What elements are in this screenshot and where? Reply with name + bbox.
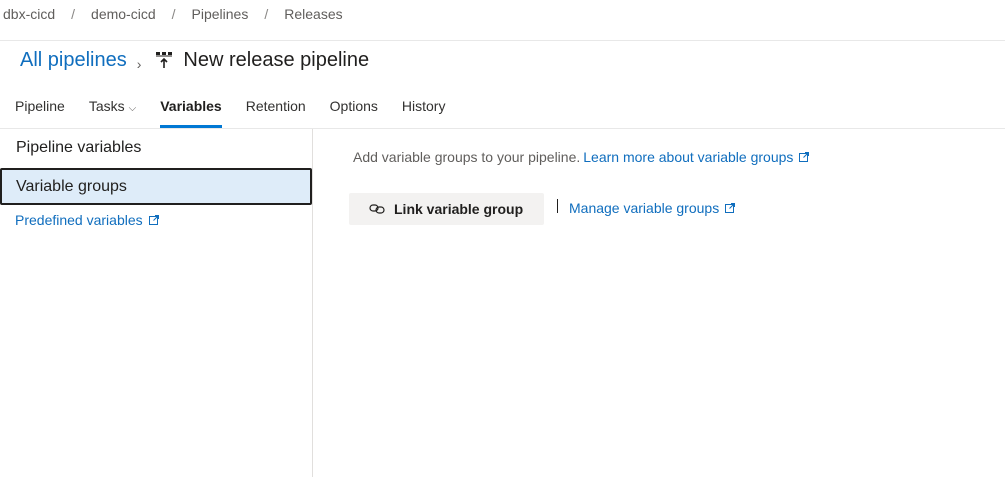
- predefined-variables-label: Predefined variables: [15, 212, 143, 228]
- predefined-variables-link[interactable]: Predefined variables: [15, 212, 159, 228]
- manage-variable-groups-label: Manage variable groups: [569, 200, 720, 216]
- link-variable-group-button[interactable]: Link variable group: [349, 193, 544, 225]
- tab-variables[interactable]: Variables: [160, 92, 222, 128]
- tab-label: History: [401, 98, 446, 114]
- description-text: Add variable groups to your pipeline.: [353, 149, 581, 165]
- tab-label: Variables: [160, 98, 222, 114]
- tab-label: Pipeline: [15, 98, 65, 114]
- external-link-icon: [148, 215, 159, 225]
- sidebar-item-label: Variable groups: [16, 177, 127, 195]
- variable-groups-description: Add variable groups to your pipeline. Le…: [353, 149, 810, 165]
- breadcrumb: dbx-cicd / demo-cicd / Pipelines / Relea…: [0, 0, 1005, 41]
- tab-retention[interactable]: Retention: [246, 92, 306, 128]
- breadcrumb-separator: /: [171, 6, 176, 22]
- learn-more-label: Learn more about variable groups: [583, 149, 794, 165]
- breadcrumb-separator: /: [264, 6, 269, 22]
- sidebar-item-pipeline-variables[interactable]: Pipeline variables: [0, 129, 312, 166]
- breadcrumb-item-org[interactable]: dbx-cicd: [3, 6, 55, 22]
- sidebar-item-label: Pipeline variables: [16, 138, 142, 156]
- page-title: New release pipeline: [183, 48, 370, 71]
- tab-label: Retention: [245, 98, 306, 114]
- tab-label: Tasks: [88, 98, 125, 114]
- tab-pipeline[interactable]: Pipeline: [15, 92, 65, 128]
- breadcrumb-separator: /: [71, 6, 76, 22]
- tab-bar: Pipeline Tasks ⌵ Variables Retention Opti…: [15, 92, 469, 128]
- external-link-icon: [725, 203, 736, 213]
- breadcrumb-item-releases[interactable]: Releases: [284, 6, 342, 22]
- chevron-right-icon: ›: [136, 56, 142, 72]
- sidebar-item-variable-groups[interactable]: Variable groups: [0, 168, 312, 205]
- chevron-down-icon: ⌵: [128, 103, 137, 114]
- tab-label: Options: [329, 98, 378, 114]
- page-header: All pipelines › New release pipeline: [20, 44, 369, 76]
- tab-tasks[interactable]: Tasks ⌵: [89, 92, 136, 128]
- tab-options[interactable]: Options: [330, 92, 378, 128]
- link-icon: [369, 204, 385, 214]
- breadcrumb-item-pipelines[interactable]: Pipelines: [192, 6, 249, 22]
- breadcrumb-item-project[interactable]: demo-cicd: [91, 6, 156, 22]
- external-link-icon: [799, 152, 810, 162]
- link-variable-group-label: Link variable group: [394, 201, 524, 217]
- learn-more-link[interactable]: Learn more about variable groups: [583, 149, 810, 165]
- button-divider: [557, 199, 558, 213]
- variables-sidebar: Pipeline variables Variable groups Prede…: [0, 129, 313, 477]
- tab-history[interactable]: History: [402, 92, 446, 128]
- pipeline-icon: [156, 52, 173, 68]
- all-pipelines-link[interactable]: All pipelines: [20, 49, 127, 72]
- manage-variable-groups-link[interactable]: Manage variable groups: [569, 200, 736, 216]
